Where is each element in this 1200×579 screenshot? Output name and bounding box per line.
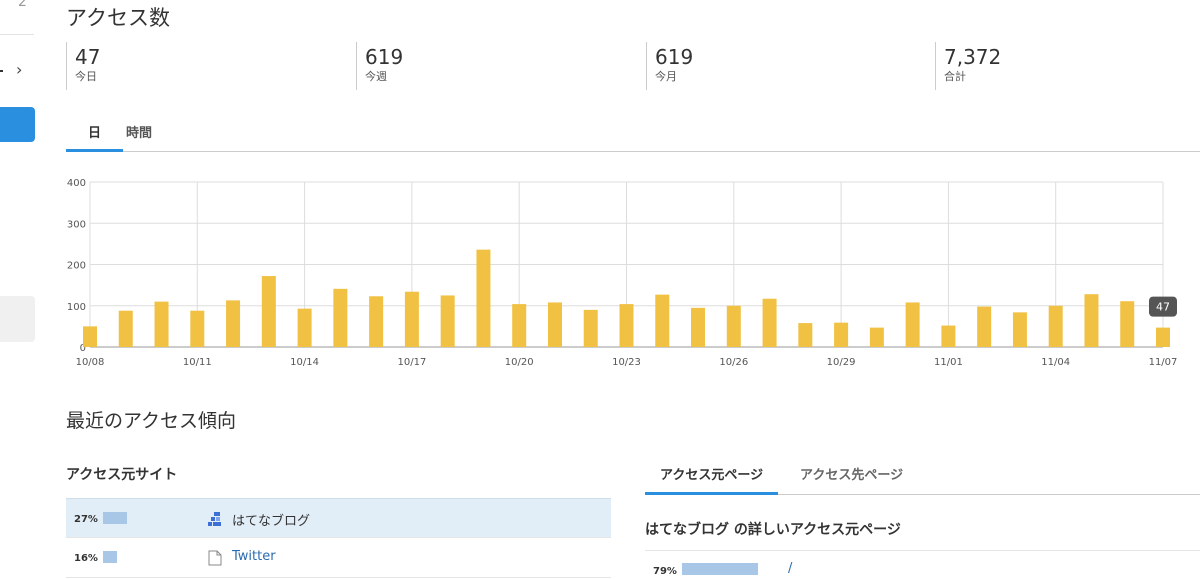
- referrer-ratio-bar: [103, 551, 117, 563]
- chart-bar: [297, 308, 312, 347]
- chart-bar: [154, 301, 169, 347]
- chart-bar: [619, 304, 634, 347]
- chart-bar: [762, 298, 777, 347]
- y-tick-label: 400: [67, 178, 86, 189]
- chart-bar: [226, 300, 241, 347]
- stat-total: 7,372 合計: [935, 42, 1001, 90]
- chart-bar: [512, 304, 527, 347]
- chart-bar: [547, 302, 562, 347]
- source-page-ratio-bar: [682, 563, 758, 575]
- chart-bar: [834, 322, 849, 347]
- chart-bar: [655, 294, 670, 347]
- period-tabs: 日 時間: [66, 114, 1200, 152]
- chart-tooltip-label: 47: [1156, 301, 1170, 314]
- chart-bar: [1120, 301, 1135, 347]
- chart-bar: [1012, 312, 1027, 347]
- stat-value: 7,372: [944, 45, 1002, 69]
- chart-bar: [798, 323, 813, 347]
- source-page-link[interactable]: /: [788, 561, 792, 576]
- x-tick-label: 10/20: [505, 357, 534, 368]
- stat-label: 今週: [365, 70, 387, 83]
- sidebar-item-marker: [0, 70, 3, 72]
- sidebar-top-text: 2: [18, 0, 27, 10]
- chart-bar: [261, 276, 276, 347]
- y-tick-label: 100: [67, 302, 86, 313]
- x-tick-label: 10/29: [827, 357, 856, 368]
- chart-bar: [1048, 305, 1063, 347]
- referrer-name: はてなブログ: [232, 514, 311, 529]
- referrer-detail-title: はてなブログ の詳しいアクセス元ページ: [645, 522, 901, 538]
- tab-hour[interactable]: 時間: [126, 122, 152, 152]
- referrer-sites-heading: アクセス元サイト: [66, 467, 178, 483]
- x-tick-label: 10/11: [183, 357, 212, 368]
- access-stats: 47 今日 619 今週 619 今月 7,372 合計: [66, 42, 1200, 90]
- chart-bar: [941, 325, 956, 347]
- chart-bar: [190, 310, 205, 347]
- x-tick-label: 11/07: [1149, 357, 1178, 368]
- stat-value: 619: [655, 45, 694, 69]
- table-row[interactable]: 27% はてなブログ: [66, 498, 611, 538]
- chart-bar: [440, 295, 455, 347]
- stat-today: 47 今日: [66, 42, 100, 90]
- tab-destination-pages[interactable]: アクセス先ページ: [800, 464, 903, 495]
- referrer-ratio-bar: [103, 512, 127, 524]
- access-chart: 0 100 200 300 400 10/08 10/11 10/14 10/17 10/20 10…: [60, 176, 1190, 375]
- stat-week: 619 今週: [356, 42, 403, 90]
- chart-bar: [1084, 294, 1099, 347]
- x-tick-label: 10/14: [290, 357, 319, 368]
- sidebar-secondary-button[interactable]: [0, 296, 35, 342]
- chart-bar: [726, 305, 741, 347]
- stat-label: 今月: [655, 70, 677, 83]
- sidebar-fragment: 2 ›: [0, 0, 40, 579]
- chart-bar: [691, 307, 706, 347]
- x-tick-label: 11/01: [934, 357, 963, 368]
- document-icon: [208, 550, 222, 566]
- chevron-right-icon[interactable]: ›: [16, 60, 22, 79]
- hatena-blog-icon: [208, 512, 221, 526]
- x-tick-label: 10/17: [397, 357, 426, 368]
- access-chart-svg: 010020030040010/08 10/11 10/14 10/17 10/20 10…: [67, 178, 1178, 368]
- table-row[interactable]: 16% Twitter: [66, 538, 611, 578]
- chart-bar: [905, 302, 920, 347]
- chart-bar: [404, 291, 419, 347]
- chart-bar: [977, 306, 992, 347]
- y-tick-label: 200: [67, 261, 86, 272]
- trend-title: 最近のアクセス傾向: [66, 410, 237, 432]
- stat-value: 47: [75, 45, 101, 69]
- referrer-name-link[interactable]: Twitter: [232, 549, 276, 564]
- chart-bar: [869, 327, 884, 347]
- chart-bar: [333, 288, 348, 347]
- x-tick-label: 10/26: [719, 357, 748, 368]
- referrer-percent: 16%: [74, 553, 98, 564]
- x-tick-label: 10/08: [76, 357, 105, 368]
- tab-source-pages[interactable]: アクセス元ページ: [645, 464, 779, 495]
- source-page-percent: 79%: [653, 566, 677, 577]
- stat-label: 今日: [75, 70, 97, 83]
- chart-bar: [369, 296, 384, 347]
- chart-bar: [83, 326, 97, 347]
- chart-bar: [476, 249, 491, 347]
- stat-month: 619 今月: [646, 42, 693, 90]
- chart-bar: [1156, 327, 1170, 347]
- chart-bar: [118, 310, 133, 347]
- page-title: アクセス数: [66, 6, 170, 30]
- referrer-sites-table: 27% はてなブログ 16% Twitter: [66, 498, 611, 578]
- divider: [645, 550, 1200, 551]
- x-tick-label: 11/04: [1041, 357, 1070, 368]
- tab-day[interactable]: 日: [66, 122, 124, 152]
- sidebar-primary-button[interactable]: [0, 107, 35, 142]
- y-tick-label: 300: [67, 219, 86, 230]
- stat-value: 619: [365, 45, 404, 69]
- chart-bar: [583, 309, 598, 347]
- stat-label: 合計: [944, 70, 966, 83]
- sidebar-divider: [0, 34, 34, 35]
- referrer-page-tabs: アクセス元ページ アクセス先ページ: [645, 455, 1200, 495]
- referrer-percent: 27%: [74, 514, 98, 525]
- x-tick-label: 10/23: [612, 357, 641, 368]
